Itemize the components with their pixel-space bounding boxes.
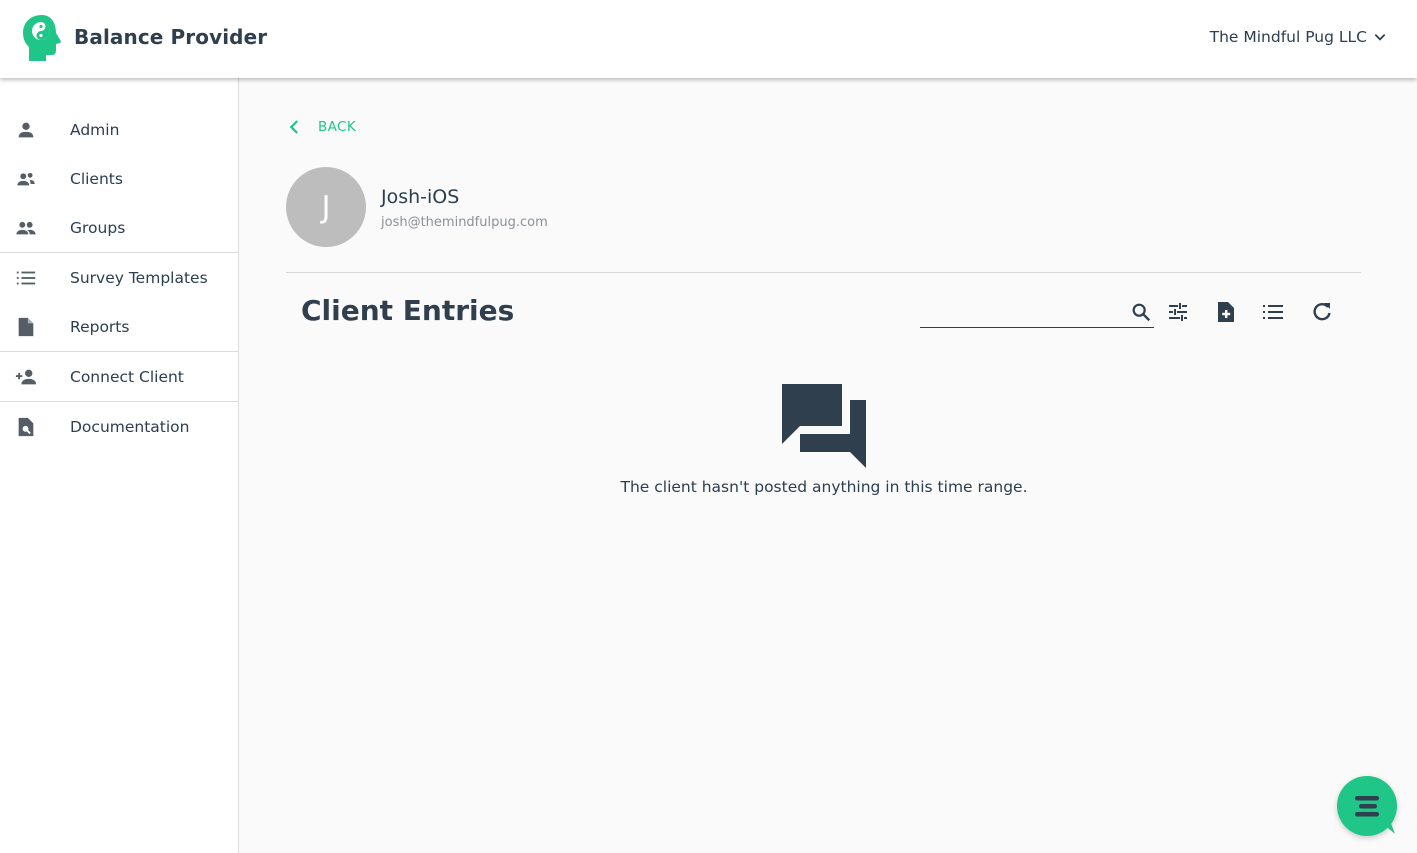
list-numbered-icon: [1263, 305, 1283, 319]
person-add-icon: [15, 366, 37, 388]
sidebar-item-reports[interactable]: Reports: [0, 304, 238, 350]
sidebar-item-documentation[interactable]: Documentation: [0, 404, 238, 450]
sidebar-item-label: Connect Client: [70, 368, 184, 386]
client-avatar: J: [286, 167, 366, 247]
search-field: [920, 298, 1154, 328]
sidebar-item-label: Survey Templates: [70, 269, 208, 287]
top-header: Balance Provider The Mindful Pug LLC: [0, 0, 1417, 78]
clients-icon: [15, 168, 37, 190]
forum-icon: [782, 384, 866, 468]
add-entry-button[interactable]: [1214, 300, 1238, 324]
client-email: josh@themindfulpug.com: [381, 215, 548, 230]
filter-settings-button[interactable]: [1166, 300, 1190, 324]
sidebar-item-clients[interactable]: Clients: [0, 156, 238, 202]
balance-logo-icon[interactable]: [20, 13, 64, 63]
sidebar-item-groups[interactable]: Groups: [0, 205, 238, 251]
sidebar-item-label: Reports: [70, 318, 130, 336]
tune-icon: [1169, 303, 1187, 321]
empty-state-text: The client hasn't posted anything in thi…: [620, 478, 1028, 496]
person-icon: [15, 119, 37, 141]
client-name: Josh-iOS: [381, 186, 460, 208]
chevron-down-icon: [1374, 34, 1386, 41]
chat-icon: [1355, 796, 1395, 834]
chat-support-button[interactable]: [1337, 776, 1397, 836]
section-divider: [286, 272, 1361, 273]
document-search-icon: [15, 416, 37, 438]
sidebar-item-label: Admin: [70, 121, 120, 139]
search-input[interactable]: [920, 300, 1120, 324]
refresh-icon: [1313, 302, 1331, 321]
list-view-button[interactable]: [1261, 300, 1285, 324]
sidebar: Admin Clients Groups Survey Templates Re…: [0, 78, 239, 853]
groups-icon: [15, 217, 37, 239]
sidebar-item-survey-templates[interactable]: Survey Templates: [0, 255, 238, 301]
sidebar-item-connect-client[interactable]: Connect Client: [0, 354, 238, 400]
organization-selector[interactable]: The Mindful Pug LLC: [1210, 28, 1387, 46]
chevron-left-icon: [289, 120, 299, 134]
back-button[interactable]: BACK: [286, 118, 356, 136]
list-numbered-icon: [15, 267, 37, 289]
sidebar-divider: [0, 351, 238, 352]
document-icon: [15, 316, 37, 338]
sidebar-item-label: Groups: [70, 219, 126, 237]
back-label: BACK: [318, 119, 357, 135]
sidebar-divider: [0, 252, 238, 253]
page-title: Client Entries: [301, 294, 515, 327]
sidebar-item-admin[interactable]: Admin: [0, 107, 238, 153]
note-add-icon: [1218, 302, 1234, 322]
sidebar-item-label: Documentation: [70, 418, 190, 436]
refresh-button[interactable]: [1310, 300, 1334, 324]
app-brand-title: Balance Provider: [74, 25, 268, 49]
sidebar-item-label: Clients: [70, 170, 123, 188]
empty-state-message: The client hasn't posted anything in thi…: [0, 478, 1417, 496]
search-icon[interactable]: [1130, 301, 1152, 323]
sidebar-divider: [0, 401, 238, 402]
organization-name: The Mindful Pug LLC: [1209, 28, 1367, 46]
